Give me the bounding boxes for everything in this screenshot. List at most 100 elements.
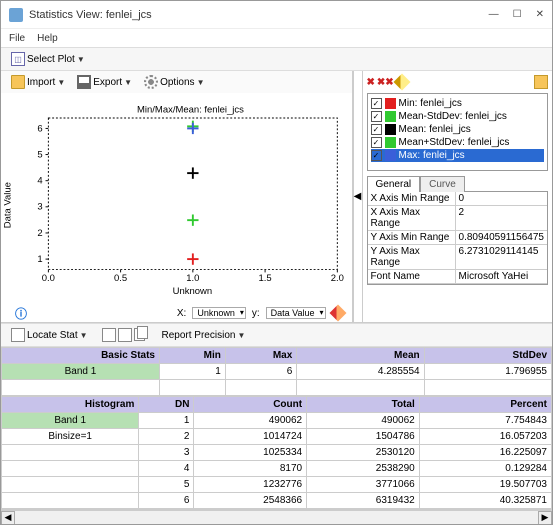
stats-toolbar: Locate Stat ▼ Report Precision ▼ bbox=[1, 323, 552, 347]
scroll-track[interactable] bbox=[15, 511, 538, 525]
info-icon[interactable]: ⓘ bbox=[15, 305, 27, 322]
minimize-button[interactable]: — bbox=[489, 9, 499, 20]
maximize-button[interactable]: ☐ bbox=[513, 9, 522, 20]
property-label: X Axis Max Range bbox=[368, 206, 456, 230]
svg-text:1.0: 1.0 bbox=[186, 273, 199, 284]
property-value[interactable]: Microsoft YaHei bbox=[456, 270, 547, 283]
x-axis-label: Unknown bbox=[173, 286, 212, 297]
legend-item[interactable]: ✓Mean-StdDev: fenlei_jcs bbox=[371, 110, 544, 123]
edit-x-icon[interactable] bbox=[329, 305, 346, 322]
document-icon bbox=[11, 328, 25, 342]
import-button[interactable]: Import ▼ bbox=[7, 73, 69, 91]
legend-item[interactable]: ✓ Mean: fenlei_jcs bbox=[371, 123, 544, 136]
table-cell: 19.507703 bbox=[419, 477, 551, 493]
tab-curve[interactable]: Curve bbox=[420, 176, 465, 192]
column-header[interactable]: Mean bbox=[297, 348, 424, 364]
legend-checkbox[interactable]: ✓ bbox=[371, 98, 382, 109]
chart-pane: Import ▼ Export ▼ Options ▼ Min/Max/Mean… bbox=[1, 71, 353, 322]
right-pane: ✖ ✖✖ ✓Min: fenlei_jcs✓Mean-StdDev: fenle… bbox=[363, 71, 552, 322]
column-header[interactable]: Max bbox=[225, 348, 296, 364]
export-button[interactable]: Export ▼ bbox=[73, 73, 136, 91]
table-cell: 3 bbox=[139, 445, 194, 461]
folder-icon bbox=[11, 75, 25, 89]
y-axis-select[interactable]: Data Value bbox=[266, 307, 326, 319]
menu-file[interactable]: File bbox=[9, 33, 25, 44]
column-header[interactable]: Min bbox=[160, 348, 226, 364]
menu-help[interactable]: Help bbox=[37, 33, 58, 44]
table-row[interactable]: Band 114900624900627.754843 bbox=[2, 413, 552, 429]
scroll-left-button[interactable]: ◀ bbox=[1, 511, 15, 525]
table-cell bbox=[2, 493, 139, 509]
export-label: Export bbox=[93, 77, 122, 88]
options-button[interactable]: Options ▼ bbox=[140, 73, 208, 91]
legend-item[interactable]: ✓Mean+StdDev: fenlei_jcs bbox=[371, 136, 544, 149]
property-value[interactable]: 0.80940591156475 bbox=[456, 231, 547, 244]
menubar: File Help bbox=[1, 29, 552, 47]
svg-text:1: 1 bbox=[37, 254, 42, 265]
histogram-table: HistogramDNCountTotalPercentBand 1149006… bbox=[1, 396, 552, 509]
property-value[interactable]: 6.2731029114145 bbox=[456, 245, 547, 269]
column-header[interactable]: DN bbox=[139, 397, 194, 413]
delete-all-icon[interactable]: ✖✖ bbox=[377, 77, 394, 88]
table-cell: 490062 bbox=[194, 413, 307, 429]
scroll-right-button[interactable]: ▶ bbox=[538, 511, 552, 525]
horizontal-scrollbar[interactable]: ◀ ▶ bbox=[1, 510, 552, 524]
property-row[interactable]: Y Axis Max Range6.2731029114145 bbox=[368, 245, 547, 270]
tool-clear-icon[interactable] bbox=[118, 328, 132, 342]
table-cell: 490062 bbox=[307, 413, 420, 429]
table-cell: 1 bbox=[139, 413, 194, 429]
tool-copy-icon[interactable] bbox=[134, 328, 148, 342]
table-cell: 1014724 bbox=[194, 429, 307, 445]
column-header[interactable]: Histogram bbox=[2, 397, 139, 413]
legend-item[interactable]: ✓Max: fenlei_jcs bbox=[371, 149, 544, 162]
chevron-down-icon: ▼ bbox=[57, 78, 65, 87]
tool-sheet-icon[interactable] bbox=[102, 328, 116, 342]
table-row[interactable]: 4817025382900.129284 bbox=[2, 461, 552, 477]
legend-folder-icon[interactable] bbox=[534, 75, 548, 89]
stats-grid-scroll[interactable]: Basic StatsMinMaxMeanStdDevBand 1164.285… bbox=[1, 347, 552, 510]
legend-checkbox[interactable]: ✓ bbox=[371, 124, 382, 135]
legend-box[interactable]: ✓Min: fenlei_jcs✓Mean-StdDev: fenlei_jcs… bbox=[367, 93, 548, 171]
property-tabs: General Curve bbox=[367, 175, 548, 191]
table-cell: Binsize=1 bbox=[2, 429, 139, 445]
legend-item[interactable]: ✓Min: fenlei_jcs bbox=[371, 97, 544, 110]
column-header[interactable]: StdDev bbox=[424, 348, 551, 364]
property-value[interactable]: 0 bbox=[456, 192, 547, 205]
table-row[interactable]: 62548366631943240.325871 bbox=[2, 493, 552, 509]
table-row[interactable]: Band 1164.2855541.796955 bbox=[2, 364, 552, 380]
legend-checkbox[interactable]: ✓ bbox=[371, 150, 382, 161]
tab-general[interactable]: General bbox=[367, 176, 421, 192]
legend-checkbox[interactable]: ✓ bbox=[371, 111, 382, 122]
locate-stat-button[interactable]: Locate Stat ▼ bbox=[7, 326, 92, 344]
svg-text:5: 5 bbox=[37, 149, 42, 160]
table-row[interactable]: 31025334253012016.225097 bbox=[2, 445, 552, 461]
property-row[interactable]: X Axis Max Range2 bbox=[368, 206, 547, 231]
property-row[interactable]: X Axis Min Range0 bbox=[368, 192, 547, 206]
column-header[interactable]: Total bbox=[307, 397, 420, 413]
table-cell: 1025334 bbox=[194, 445, 307, 461]
legend-label: Mean: fenlei_jcs bbox=[399, 124, 471, 135]
property-value[interactable]: 2 bbox=[456, 206, 547, 230]
report-precision-button[interactable]: Report Precision ▼ bbox=[158, 328, 250, 343]
select-plot-button[interactable]: ◫ Select Plot ▼ bbox=[7, 50, 89, 68]
delete-series-icon[interactable]: ✖ bbox=[367, 77, 375, 88]
property-row[interactable]: Font NameMicrosoft YaHei bbox=[368, 270, 547, 284]
table-cell: 1.796955 bbox=[424, 364, 551, 380]
property-row[interactable]: Y Axis Min Range0.80940591156475 bbox=[368, 231, 547, 245]
y-axis-label: Data Value bbox=[2, 182, 13, 228]
column-header[interactable]: Percent bbox=[419, 397, 551, 413]
table-cell: 2538290 bbox=[307, 461, 420, 477]
table-row[interactable]: 51232776377106619.507703 bbox=[2, 477, 552, 493]
axis-selectors: ⓘ X: Unknown y: Data Value bbox=[1, 304, 352, 322]
table-cell: 6 bbox=[139, 493, 194, 509]
column-header[interactable]: Basic Stats bbox=[2, 348, 160, 364]
x-axis-select[interactable]: Unknown bbox=[192, 307, 246, 319]
chart-area[interactable]: Min/Max/Mean: fenlei_jcs Data Value 1234… bbox=[1, 93, 352, 304]
legend-checkbox[interactable]: ✓ bbox=[371, 137, 382, 148]
pane-collapse-button[interactable]: ◀ bbox=[353, 71, 363, 322]
edit-series-icon[interactable] bbox=[393, 74, 410, 91]
table-row[interactable]: Binsize=121014724150478616.057203 bbox=[2, 429, 552, 445]
close-button[interactable]: ✕ bbox=[536, 9, 544, 20]
column-header[interactable]: Count bbox=[194, 397, 307, 413]
table-cell: 7.754843 bbox=[419, 413, 551, 429]
